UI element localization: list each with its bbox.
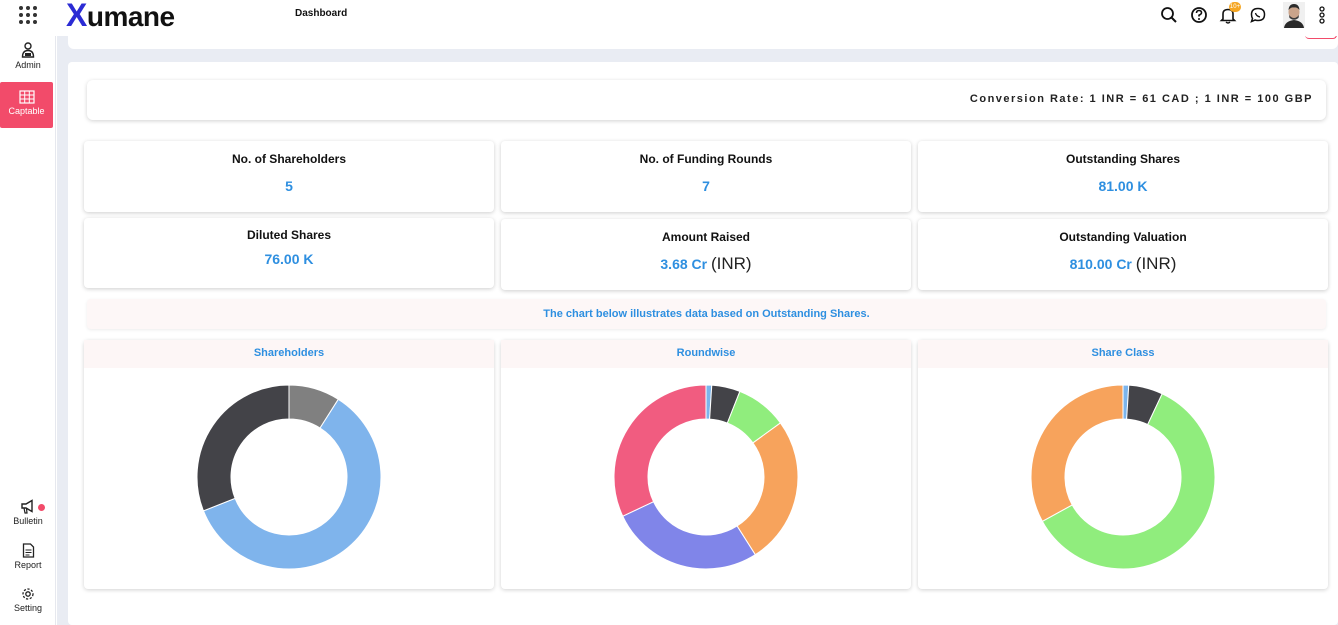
logo[interactable]: Xumane: [66, 0, 175, 34]
admin-icon: [21, 42, 35, 58]
stat-value: 76.00 K: [264, 251, 314, 267]
stat-label: Outstanding Shares: [1065, 152, 1181, 166]
chart-title: Shareholders: [84, 340, 494, 368]
stat-value: 810.00 Cr: [1069, 256, 1132, 272]
help-icon[interactable]: [1189, 5, 1209, 25]
conversion-rate-card: Conversion Rate: 1 INR = 61 CAD ; 1 INR …: [87, 80, 1326, 120]
sidebar-item-label: Report: [14, 560, 42, 570]
sidebar-item-report[interactable]: Report: [0, 543, 56, 577]
stat-unit: (INR): [710, 254, 752, 273]
gear-icon: [22, 588, 34, 600]
share-class-donut-chart[interactable]: [918, 368, 1328, 589]
search-icon[interactable]: [1159, 5, 1179, 25]
report-icon: [22, 543, 34, 558]
sidebar-item-label: Admin: [15, 60, 41, 70]
sidebar-item-bulletin[interactable]: Bulletin: [0, 499, 56, 533]
stat-label: Outstanding Valuation: [1059, 230, 1187, 244]
stat-label: Amount Raised: [661, 230, 750, 244]
top-bar: Xumane Dashboard 10+: [0, 0, 1338, 36]
stat-value: 3.68 Cr: [660, 256, 708, 272]
donut-slice[interactable]: [1030, 384, 1124, 523]
stat-unit: (INR): [1135, 254, 1177, 273]
page-title: Dashboard: [295, 8, 348, 19]
roundwise-donut-chart[interactable]: [501, 368, 911, 589]
donut-slice[interactable]: [622, 501, 756, 570]
sidebar: Admin Captable Bulletin Report Setting: [0, 36, 56, 625]
logo-mark: X: [66, 0, 87, 33]
notification-badge: 10+: [1229, 2, 1241, 12]
table-icon: [18, 90, 35, 104]
bulletin-dot: [38, 504, 45, 511]
more-vertical-icon[interactable]: [1317, 5, 1327, 25]
stat-label: No. of Funding Rounds: [639, 152, 773, 166]
stat-card-outstanding-shares: Outstanding Shares 81.00 K: [918, 141, 1328, 212]
chart-note: The chart below illustrates data based o…: [87, 299, 1326, 329]
stat-value: 7: [702, 178, 710, 194]
sidebar-item-captable[interactable]: Captable: [0, 82, 53, 128]
stat-card-outstanding-valuation: Outstanding Valuation 810.00 Cr (INR): [918, 219, 1328, 290]
chart-card-share-class: Share Class: [918, 340, 1328, 589]
donut-slice[interactable]: [196, 384, 290, 512]
stat-card-amount-raised: Amount Raised 3.68 Cr (INR): [501, 219, 911, 290]
stat-label: No. of Shareholders: [231, 152, 347, 166]
stat-card-funding-rounds: No. of Funding Rounds 7: [501, 141, 911, 212]
chart-card-shareholders: Shareholders: [84, 340, 494, 589]
sidebar-item-label: Captable: [8, 106, 45, 116]
sidebar-item-label: Bulletin: [13, 516, 43, 526]
megaphone-icon: [21, 499, 33, 514]
stat-value: 81.00 K: [1098, 178, 1148, 194]
apps-grid-icon[interactable]: [19, 6, 37, 24]
notifications[interactable]: 10+: [1218, 2, 1241, 25]
chart-title: Share Class: [918, 340, 1328, 368]
avatar[interactable]: [1283, 2, 1305, 28]
chart-card-roundwise: Roundwise: [501, 340, 911, 589]
shareholders-donut-chart[interactable]: [84, 368, 494, 589]
stat-card-shareholders: No. of Shareholders 5: [84, 141, 494, 212]
sidebar-item-label: Setting: [13, 603, 43, 613]
logo-text: umane: [86, 1, 175, 32]
sidebar-item-admin[interactable]: Admin: [0, 42, 56, 76]
stat-label: Diluted Shares: [246, 228, 332, 242]
sidebar-item-setting[interactable]: Setting: [0, 587, 56, 621]
stat-value: 5: [285, 178, 293, 194]
chart-title: Roundwise: [501, 340, 911, 368]
stat-card-diluted-shares: Diluted Shares 76.00 K: [84, 218, 494, 288]
donut-slice[interactable]: [736, 422, 799, 556]
chat-icon[interactable]: [1248, 5, 1268, 25]
conversion-rate-text: Conversion Rate: 1 INR = 61 CAD ; 1 INR …: [969, 93, 1313, 105]
donut-slice[interactable]: [613, 384, 707, 517]
